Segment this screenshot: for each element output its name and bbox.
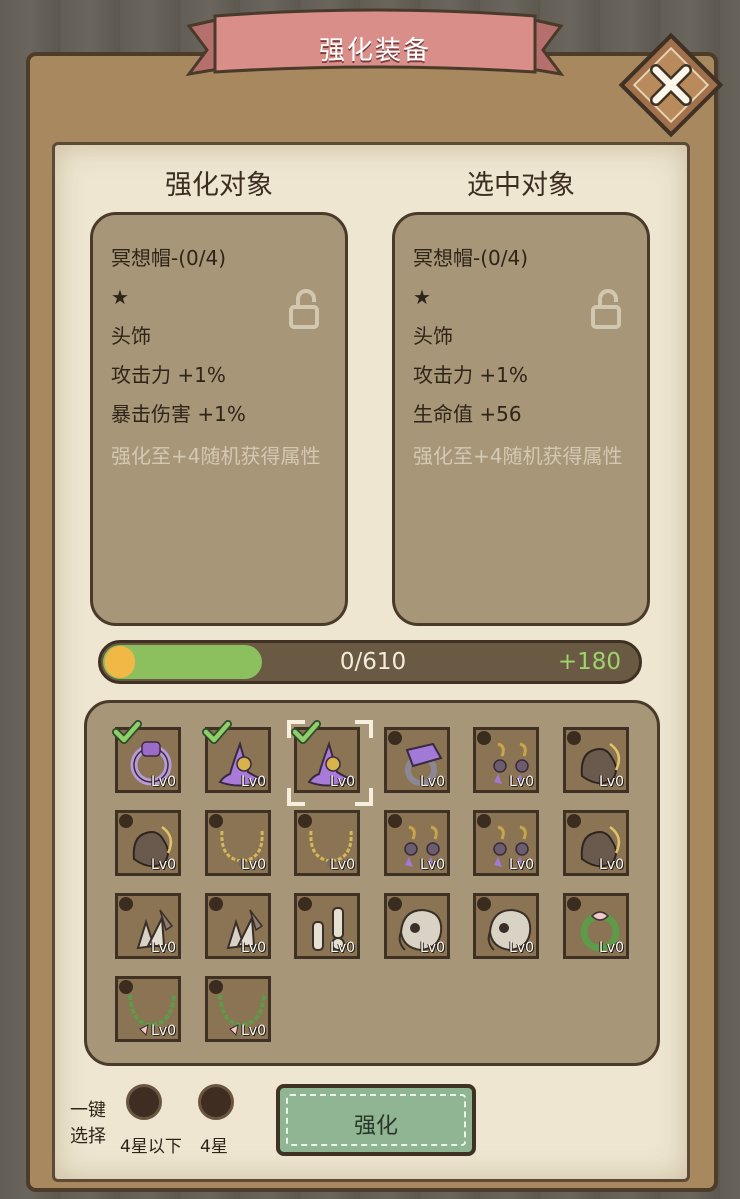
page-title: 强化装备 bbox=[318, 36, 431, 66]
inventory-slot[interactable]: Lv0 bbox=[287, 720, 373, 806]
selection-frame-icon bbox=[287, 720, 373, 806]
unselected-marker bbox=[388, 814, 402, 828]
inventory-grid: Lv0 Lv0 Lv0 Lv0 Lv0 Lv0 Lv0 Lv0 Lv0 Lv0 Lv0 Lv0 Lv0 L… bbox=[84, 700, 660, 1066]
unselected-marker bbox=[477, 731, 491, 745]
item-level: Lv0 bbox=[241, 940, 266, 956]
item-level: Lv0 bbox=[509, 857, 534, 873]
item-level: Lv0 bbox=[420, 774, 445, 790]
unselected-marker bbox=[209, 814, 223, 828]
item-stat: 攻击力 +1% bbox=[413, 363, 528, 387]
unselected-marker bbox=[567, 814, 581, 828]
checkmark-icon bbox=[202, 720, 232, 744]
unselected-marker bbox=[119, 814, 133, 828]
unselected-marker bbox=[477, 897, 491, 911]
item-level: Lv0 bbox=[599, 857, 624, 873]
inventory-slot[interactable]: Lv0 bbox=[473, 727, 539, 793]
unlock-icon[interactable] bbox=[591, 289, 621, 329]
unselected-marker bbox=[477, 814, 491, 828]
item-level: Lv0 bbox=[509, 774, 534, 790]
inventory-slot[interactable]: Lv0 bbox=[563, 893, 629, 959]
inventory-slot[interactable]: Lv0 bbox=[205, 810, 271, 876]
enhance-button[interactable]: 强化 bbox=[276, 1084, 476, 1156]
selected-target-heading: 选中对象 bbox=[467, 170, 575, 201]
unselected-marker bbox=[209, 980, 223, 994]
inventory-slot[interactable]: Lv0 bbox=[115, 810, 181, 876]
inventory-slot[interactable]: Lv0 bbox=[473, 893, 539, 959]
enhance-target-heading: 强化对象 bbox=[165, 170, 273, 201]
unselected-marker bbox=[567, 731, 581, 745]
below-4-star-radio[interactable] bbox=[126, 1084, 162, 1120]
inventory-slot[interactable]: Lv0 bbox=[112, 720, 181, 793]
enhance-button-label: 强化 bbox=[353, 1114, 398, 1139]
item-stat: 暴击伤害 +1% bbox=[111, 402, 246, 426]
unlock-icon[interactable] bbox=[289, 289, 319, 329]
unselected-marker bbox=[119, 897, 133, 911]
close-button[interactable] bbox=[612, 26, 730, 144]
item-level: Lv0 bbox=[241, 857, 266, 873]
inventory-slot[interactable]: Lv0 bbox=[384, 810, 450, 876]
item-level: Lv0 bbox=[330, 857, 355, 873]
unselected-marker bbox=[567, 897, 581, 911]
unselected-marker bbox=[388, 731, 402, 745]
progress-gain: +180 bbox=[557, 649, 621, 675]
title-ribbon: 强化装备 bbox=[185, 8, 565, 86]
item-level: Lv0 bbox=[151, 1023, 176, 1039]
item-level: Lv0 bbox=[241, 774, 266, 790]
inventory-slot[interactable]: Lv0 bbox=[115, 893, 181, 959]
select-label: 选择 bbox=[70, 1126, 106, 1147]
inventory-slot[interactable]: Lv0 bbox=[384, 727, 450, 793]
unselected-marker bbox=[119, 980, 133, 994]
item-stat: 生命值 +56 bbox=[413, 402, 522, 426]
unselected-marker bbox=[298, 897, 312, 911]
item-level: Lv0 bbox=[151, 940, 176, 956]
inventory-slot[interactable]: Lv0 bbox=[115, 976, 181, 1042]
enhance-hint: 强化至+4随机获得属性 bbox=[413, 444, 623, 468]
exp-progress-bar: 0/610 +180 bbox=[98, 640, 642, 684]
unselected-marker bbox=[298, 814, 312, 828]
inventory-slot[interactable]: Lv0 bbox=[473, 810, 539, 876]
selected-target-card: 冥想帽-(0/4) ★ 头饰 攻击力 +1% 生命值 +56 强化至+4随机获得… bbox=[392, 212, 650, 626]
inventory-slot[interactable]: Lv0 bbox=[202, 720, 271, 793]
item-level: Lv0 bbox=[420, 857, 445, 873]
below-4-star-label: 4星以下 bbox=[120, 1137, 182, 1157]
4-star-radio[interactable] bbox=[198, 1084, 234, 1120]
close-icon bbox=[618, 32, 724, 138]
item-level: Lv0 bbox=[330, 940, 355, 956]
enhance-hint: 强化至+4随机获得属性 bbox=[111, 444, 321, 468]
inventory-slot[interactable]: Lv0 bbox=[384, 893, 450, 959]
item-level: Lv0 bbox=[599, 774, 624, 790]
inventory-slot[interactable]: Lv0 bbox=[563, 727, 629, 793]
item-level: Lv0 bbox=[151, 774, 176, 790]
item-level: Lv0 bbox=[509, 940, 534, 956]
checkmark-icon bbox=[112, 720, 142, 744]
inventory-slot[interactable]: Lv0 bbox=[294, 810, 360, 876]
item-name: 冥想帽-(0/4) bbox=[413, 246, 529, 270]
enhance-target-card: 冥想帽-(0/4) ★ 头饰 攻击力 +1% 暴击伤害 +1% 强化至+4随机获… bbox=[90, 212, 348, 626]
inventory-slot[interactable]: Lv0 bbox=[294, 893, 360, 959]
item-level: Lv0 bbox=[420, 940, 445, 956]
unselected-marker bbox=[209, 897, 223, 911]
inventory-slot[interactable]: Lv0 bbox=[563, 810, 629, 876]
unselected-marker bbox=[388, 897, 402, 911]
4-star-label: 4星 bbox=[200, 1137, 228, 1157]
one-key-label: 一键 bbox=[70, 1100, 106, 1121]
inventory-slot[interactable]: Lv0 bbox=[205, 893, 271, 959]
item-level: Lv0 bbox=[599, 940, 624, 956]
item-stat: 攻击力 +1% bbox=[111, 363, 226, 387]
inventory-slot[interactable]: Lv0 bbox=[205, 976, 271, 1042]
item-level: Lv0 bbox=[241, 1023, 266, 1039]
item-level: Lv0 bbox=[151, 857, 176, 873]
item-name: 冥想帽-(0/4) bbox=[111, 246, 227, 270]
